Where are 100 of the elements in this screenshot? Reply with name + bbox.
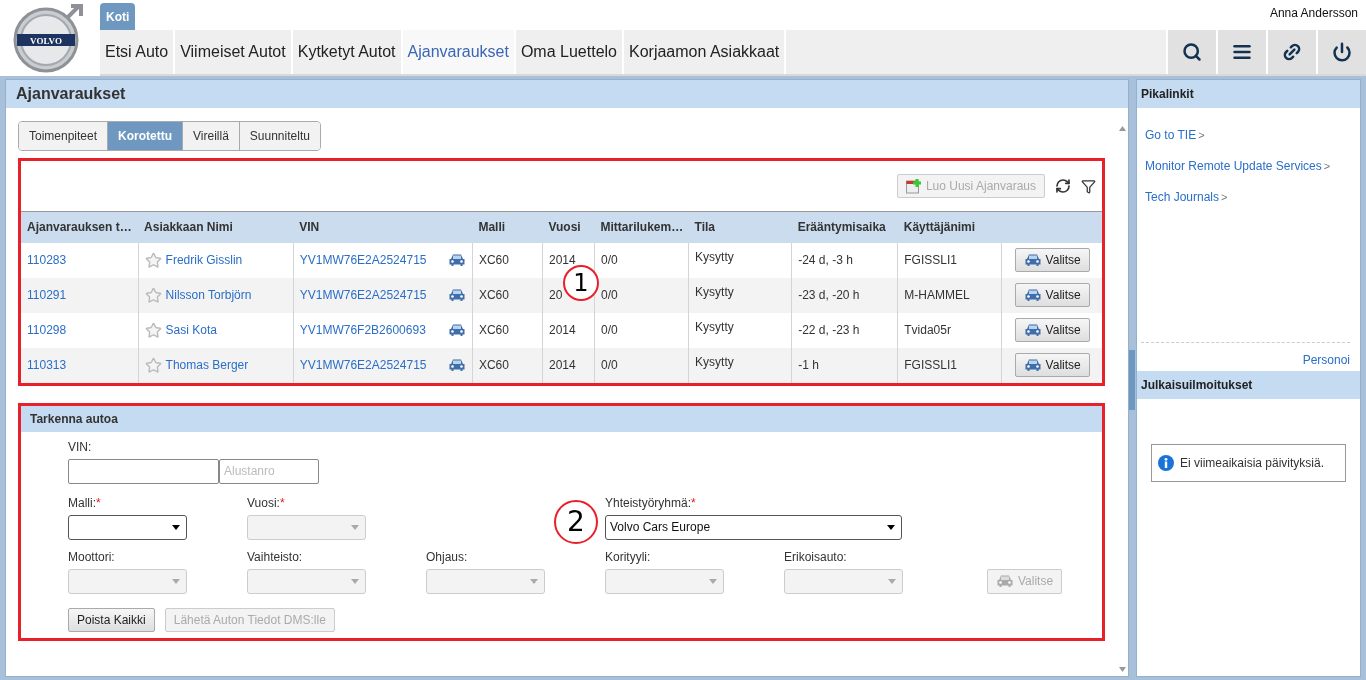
star-icon[interactable] — [144, 356, 162, 374]
field-label: Erikoisauto: — [784, 549, 848, 566]
scroll-down-icon[interactable] — [1118, 667, 1126, 672]
chassis-field[interactable]: Alustanro — [219, 458, 319, 484]
user-name: Anna Andersson — [1269, 6, 1358, 20]
quick-link[interactable]: Go to TIE — [1145, 128, 1197, 142]
field-label: Malli:* — [68, 495, 102, 512]
table-cell: Kysytty — [688, 242, 792, 278]
scroll-up-icon[interactable] — [1118, 126, 1126, 131]
table-cell: 0/0 — [594, 347, 689, 383]
form-button[interactable]: Poista Kaikki — [68, 607, 155, 632]
field-label: Korityyli: — [605, 549, 652, 566]
customer-link[interactable]: Sasi Kota — [165, 323, 217, 337]
panel-title: Pikalinkit — [1137, 80, 1360, 108]
search-button[interactable] — [1166, 30, 1216, 74]
nav-tab[interactable]: Oma Luettelo — [515, 30, 624, 74]
filter-tab[interactable]: Toimenpiteet — [19, 122, 109, 150]
menu-button[interactable] — [1216, 30, 1266, 74]
column-header[interactable]: VIN — [293, 211, 473, 243]
column-header[interactable]: Erääntymisaika — [791, 211, 898, 243]
field-label: Ohjaus: — [426, 549, 469, 566]
panel-title: Julkaisuilmoitukset — [1137, 371, 1360, 399]
table-cell: -22 d, -23 h — [791, 312, 898, 348]
filter-tab[interactable]: Vireillä — [183, 122, 240, 150]
refresh-icon[interactable] — [1055, 178, 1071, 194]
table-cell: Tvida05r — [897, 312, 1002, 348]
table-cell: 0/0 — [594, 242, 689, 278]
column-header[interactable]: Mittarilukem… — [594, 211, 689, 243]
table-cell: -24 d, -3 h — [791, 242, 898, 278]
booking-link[interactable]: 110298 — [27, 323, 67, 337]
power-icon[interactable] — [1332, 42, 1352, 62]
collapse-handle[interactable] — [1129, 350, 1135, 410]
table-cell: Kysytty — [688, 312, 792, 348]
personalize-link[interactable]: Personoi — [1302, 353, 1350, 367]
vin-link[interactable]: YV1MW76E2A2524715 — [299, 253, 427, 267]
quick-link[interactable]: Tech Journals — [1145, 190, 1220, 204]
table-cell: M-HAMMEL — [897, 277, 1002, 313]
table-cell: -1 h — [791, 347, 898, 383]
nav-tab[interactable]: Etsi Auto — [100, 30, 176, 74]
table-cell: XC60 — [472, 242, 543, 278]
page-title: Ajanvaraukset — [6, 80, 1128, 108]
booking-link[interactable]: 110313 — [27, 358, 67, 372]
car-icon — [1023, 323, 1042, 337]
car-icon — [447, 358, 466, 372]
column-header[interactable]: Ajanvarauksen t… — [21, 211, 139, 243]
vin-link[interactable]: YV1MW76F2B2600693 — [299, 323, 426, 337]
filter-icon[interactable] — [1081, 178, 1096, 194]
link-button[interactable] — [1266, 30, 1316, 74]
column-header[interactable]: Malli — [472, 211, 543, 243]
table-cell: -23 d, -20 h — [791, 277, 898, 313]
menu-icon[interactable] — [1232, 42, 1252, 62]
star-icon[interactable] — [144, 321, 162, 339]
nav-tab[interactable]: Ajanvaraukset — [402, 30, 516, 74]
table-cell: Kysytty — [688, 277, 792, 313]
table-cell: XC60 — [472, 347, 543, 383]
select-button[interactable]: Valitse — [1014, 353, 1090, 377]
table-cell: FGISSLI1 — [897, 242, 1002, 278]
vin-field[interactable] — [68, 458, 219, 484]
table-cell: 2014 — [542, 312, 595, 348]
vin-link[interactable]: YV1MW76E2A2524715 — [299, 288, 427, 302]
table-cell: XC60 — [472, 277, 543, 313]
car-icon — [1023, 358, 1042, 372]
power-button[interactable] — [1316, 30, 1366, 74]
select-button[interactable]: Valitse — [1014, 283, 1090, 307]
table-cell: XC60 — [472, 312, 543, 348]
customer-link[interactable]: Thomas Berger — [165, 358, 249, 372]
customer-link[interactable]: Fredrik Gisslin — [165, 253, 243, 267]
nav-tab[interactable]: Korjaamon Asiakkaat — [624, 30, 787, 74]
nav-tab[interactable]: Viimeiset Autot — [175, 30, 293, 74]
chevron: > — [1323, 160, 1331, 172]
column-header[interactable]: Asiakkaan Nimi — [138, 211, 294, 243]
select-button[interactable]: Valitse — [1014, 318, 1090, 342]
column-header[interactable]: Vuosi — [542, 211, 595, 243]
vin-link[interactable]: YV1MW76E2A2524715 — [299, 358, 427, 372]
customer-link[interactable]: Nilsson Torbjörn — [165, 288, 252, 302]
select-button[interactable]: Valitse — [1014, 248, 1090, 272]
booking-link[interactable]: 110283 — [27, 253, 67, 267]
star-icon[interactable] — [144, 251, 162, 269]
chevron: > — [1198, 129, 1205, 141]
star-icon[interactable] — [144, 286, 162, 304]
field-label: Vaihteisto: — [247, 549, 304, 566]
section-title: Tarkenna autoa — [21, 405, 1102, 432]
notice-text: Ei viimeaikaisia päivityksiä. — [1180, 456, 1325, 470]
car-icon — [447, 253, 466, 267]
filter-tab[interactable]: Suunniteltu — [239, 122, 320, 150]
info-icon — [1158, 455, 1174, 471]
column-header[interactable]: Tila — [688, 211, 792, 243]
table-cell: 2014 — [542, 347, 595, 383]
table-cell: 0/0 — [594, 312, 689, 348]
table-cell: 0/0 — [594, 277, 689, 313]
field-label: Moottori: — [68, 549, 116, 566]
search-icon[interactable] — [1182, 42, 1202, 62]
chevron: > — [1221, 191, 1228, 203]
column-header[interactable]: Käyttäjänimi — [897, 211, 1002, 243]
dropdown-field[interactable]: Volvo Cars Europe — [605, 514, 902, 540]
car-icon — [447, 323, 466, 337]
booking-link[interactable]: 110291 — [27, 288, 67, 302]
quick-link[interactable]: Monitor Remote Update Services — [1145, 159, 1322, 173]
dropdown-field[interactable] — [68, 514, 187, 540]
field-label: VIN: — [68, 439, 93, 456]
